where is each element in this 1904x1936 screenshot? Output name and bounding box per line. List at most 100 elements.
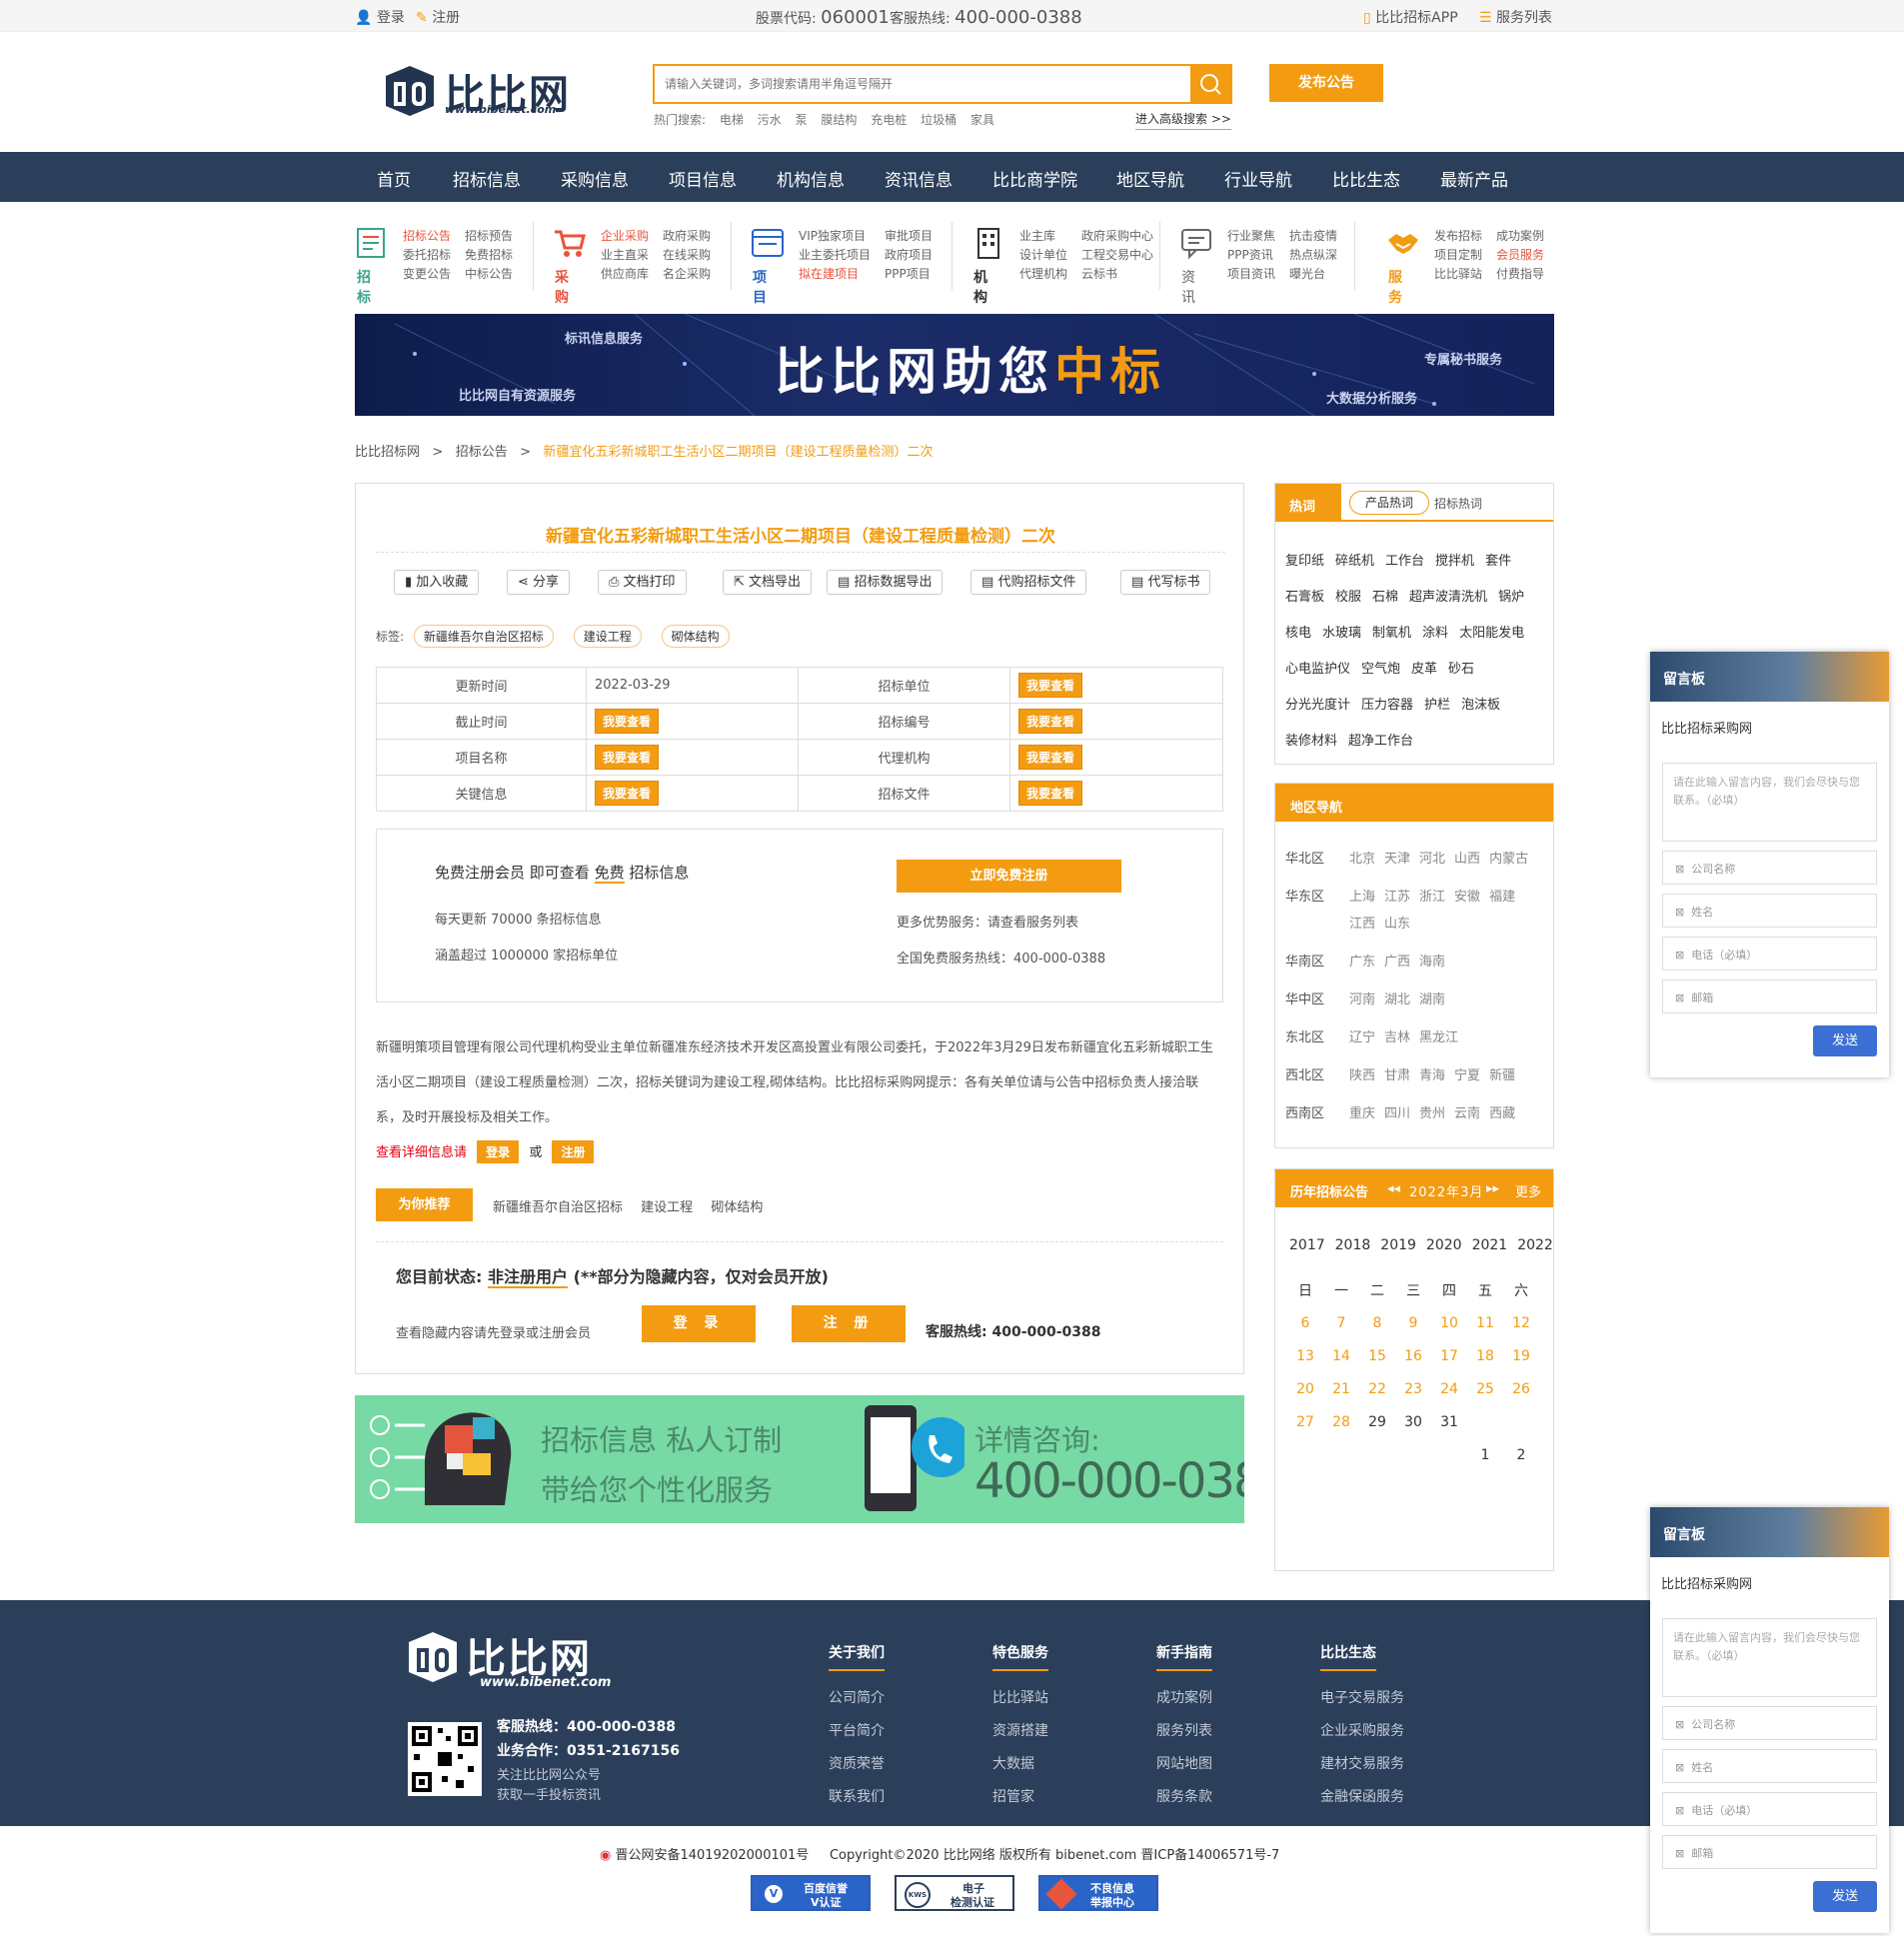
hot-word[interactable]: 家具 (970, 113, 994, 127)
category-link[interactable]: 免费招标 (465, 246, 527, 265)
footer-link[interactable]: 大数据 (992, 1753, 1132, 1773)
more-link[interactable]: 更多 (1515, 1181, 1541, 1200)
nav-item[interactable]: 首页 (377, 166, 411, 191)
view-button[interactable]: 我要查看 (1018, 709, 1083, 734)
hotword[interactable]: 套件 (1485, 554, 1511, 569)
category-link[interactable]: 中标公告 (465, 265, 527, 284)
category-link[interactable]: 会员服务 (1496, 246, 1558, 265)
nav-item[interactable]: 比比商学院 (992, 166, 1077, 191)
category-link[interactable]: 抗击疫情 (1289, 227, 1351, 246)
footer-link[interactable]: 网站地图 (1156, 1753, 1296, 1773)
tag[interactable]: 建设工程 (573, 625, 642, 648)
register-link[interactable]: ✎ 注册 (416, 7, 460, 27)
hotword[interactable]: 分光光度计 (1285, 698, 1350, 713)
footer-link[interactable]: 招管家 (992, 1786, 1132, 1806)
category-link[interactable]: 业主库 (1019, 227, 1081, 246)
view-button[interactable]: 我要查看 (595, 781, 660, 806)
test-badge[interactable]: KWS 电子 检测认证 (895, 1875, 1014, 1911)
nav-item[interactable]: 地区导航 (1116, 166, 1184, 191)
footer-link[interactable]: 成功案例 (1156, 1687, 1296, 1707)
category-link[interactable]: 热点纵深 (1289, 246, 1351, 265)
hotword[interactable]: 制氧机 (1372, 626, 1411, 641)
category-link[interactable]: 付费指导 (1496, 265, 1558, 284)
hotword[interactable]: 搅拌机 (1435, 554, 1474, 569)
search-button[interactable] (1190, 66, 1230, 102)
category-link[interactable]: 业主直采 (601, 246, 663, 265)
category-link[interactable]: 拟在建项目 (799, 265, 885, 284)
company-field[interactable]: ⊠ 公司名称 (1662, 851, 1877, 885)
category-link[interactable]: 比比驿站 (1434, 265, 1496, 284)
tab-hotwords[interactable]: 热词 (1275, 484, 1341, 522)
hotword[interactable]: 石棉 (1372, 590, 1398, 605)
print-button[interactable]: ⎙ 文档打印 (598, 570, 687, 595)
phone-field[interactable]: ⊠ 电话（必填） (1662, 1792, 1877, 1826)
message-textarea[interactable]: 请在此输入留言内容，我们会尽快与您联系。（必填） (1662, 763, 1877, 842)
category-link[interactable]: 政府采购中心 (1081, 227, 1161, 246)
category-link[interactable]: PPP资讯 (1227, 246, 1289, 265)
year-link[interactable]: 2022 (1517, 1237, 1553, 1253)
nav-item[interactable]: 招标信息 (453, 166, 521, 191)
view-button[interactable]: 我要查看 (1018, 745, 1083, 770)
category-link[interactable]: 发布招标 (1434, 227, 1496, 246)
view-button[interactable]: 我要查看 (595, 745, 660, 770)
footer-link[interactable]: 金融保函服务 (1320, 1786, 1460, 1806)
hotword[interactable]: 装修材料 (1285, 734, 1337, 749)
recommend-tag[interactable]: 砌体结构 (711, 1200, 763, 1215)
category-link[interactable]: 名企采购 (663, 265, 725, 284)
breadcrumb-home[interactable]: 比比招标网 (355, 445, 420, 460)
police-record[interactable]: 晋公网安备14019202000101号 (615, 1848, 809, 1863)
tag[interactable]: 新疆维吾尔自治区招标 (413, 625, 554, 648)
tag[interactable]: 砌体结构 (661, 625, 730, 648)
nav-item[interactable]: 项目信息 (669, 166, 737, 191)
category-link[interactable]: 工程交易中心 (1081, 246, 1161, 265)
hot-word[interactable]: 污水 (758, 113, 782, 127)
advanced-search-link[interactable]: 进入高级搜索 >> (1135, 110, 1231, 130)
send-button[interactable]: 发送 (1813, 1881, 1877, 1912)
year-link[interactable]: 2021 (1472, 1237, 1508, 1253)
category-link[interactable]: 代理机构 (1019, 265, 1081, 284)
nav-item[interactable]: 资讯信息 (885, 166, 952, 191)
custom-service-ad[interactable]: 招标信息 私人订制 带给您个性化服务 详情咨询: 400-000-0388 (355, 1395, 1244, 1523)
service-list-link[interactable]: ☰ 服务列表 (1479, 7, 1552, 27)
view-button[interactable]: 我要查看 (1018, 673, 1083, 698)
category-link[interactable]: 企业采购 (601, 227, 663, 246)
category-link[interactable]: 业主委托项目 (799, 246, 885, 265)
login-button-2[interactable]: 登 录 (642, 1305, 756, 1342)
hotword[interactable]: 心电监护仪 (1285, 662, 1350, 677)
name-field[interactable]: ⊠ 姓名 (1662, 1749, 1877, 1783)
category-link[interactable]: 审批项目 (885, 227, 935, 246)
phone-field[interactable]: ⊠ 电话（必填） (1662, 937, 1877, 970)
hot-word[interactable]: 电梯 (720, 113, 744, 127)
footer-link[interactable]: 资源搭建 (992, 1720, 1132, 1740)
message-board-header[interactable]: 留言板 (1650, 652, 1889, 702)
hotword[interactable]: 碎纸机 (1335, 554, 1374, 569)
report-badge[interactable]: 不良信息 举报中心 (1038, 1875, 1158, 1911)
hotword[interactable]: 校服 (1335, 590, 1361, 605)
hotword[interactable]: 核电 (1285, 626, 1311, 641)
tab-tender-hotwords[interactable]: 招标热词 (1434, 495, 1482, 512)
view-button[interactable]: 我要查看 (1018, 781, 1083, 806)
category-link[interactable]: 行业聚焦 (1227, 227, 1289, 246)
hot-word[interactable]: 垃圾桶 (921, 113, 956, 127)
category-link[interactable]: 设计单位 (1019, 246, 1081, 265)
footer-link[interactable]: 服务条款 (1156, 1786, 1296, 1806)
send-button[interactable]: 发送 (1813, 1025, 1877, 1056)
footer-link[interactable]: 服务列表 (1156, 1720, 1296, 1740)
category-link[interactable]: 曝光台 (1289, 265, 1351, 284)
category-link[interactable]: PPP项目 (885, 265, 935, 284)
category-link[interactable]: 招标预告 (465, 227, 527, 246)
category-link[interactable]: 成功案例 (1496, 227, 1558, 246)
year-link[interactable]: 2017 (1289, 1237, 1325, 1253)
category-link[interactable]: VIP独家项目 (799, 227, 885, 246)
footer-link[interactable]: 电子交易服务 (1320, 1687, 1460, 1707)
favorite-button[interactable]: ▮ 加入收藏 (394, 570, 480, 595)
hotword[interactable]: 涂料 (1422, 626, 1448, 641)
nav-item[interactable]: 行业导航 (1224, 166, 1292, 191)
register-button[interactable]: 注册 (552, 1140, 595, 1163)
hotword[interactable]: 水玻璃 (1322, 626, 1361, 641)
hot-word[interactable]: 泵 (796, 113, 808, 127)
nav-item[interactable]: 比比生态 (1332, 166, 1400, 191)
hotword[interactable]: 砂石 (1448, 662, 1474, 677)
buy-document-button[interactable]: ▤ 代购招标文件 (970, 570, 1087, 595)
footer-link[interactable]: 资质荣誉 (829, 1753, 968, 1773)
